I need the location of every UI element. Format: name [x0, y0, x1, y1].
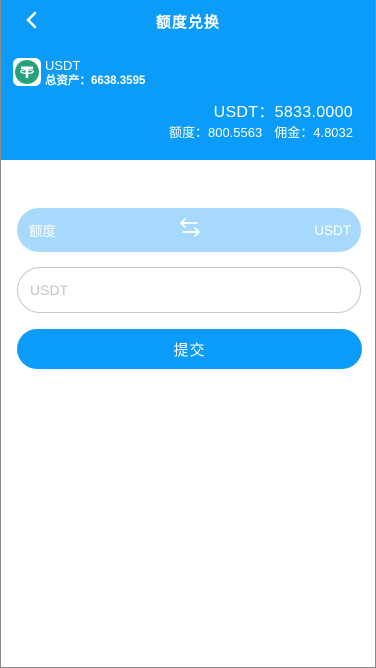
coin-info: USDT 总资产：6638.3595	[13, 58, 145, 89]
total-assets-value: 6638.3595	[91, 75, 146, 87]
app-frame: 额度兑换 USDT 总资产：6638.3595 USDT：5833.0000 额…	[0, 0, 376, 668]
quota-label: 额度：	[168, 125, 208, 140]
commission-label: 佣金：	[274, 125, 314, 140]
amount-field-wrapper	[17, 267, 361, 313]
total-assets-label: 总资产：	[45, 75, 91, 87]
balance-label: USDT：	[213, 104, 275, 121]
header: 额度兑换 USDT 总资产：6638.3595 USDT：5833.0000 额…	[1, 0, 375, 160]
commission-value: 4.8032	[313, 125, 353, 140]
balance-value: 5833.0000	[274, 104, 353, 121]
exchange-to: USDT	[314, 222, 351, 238]
quota-commission: 额度：800.5563 佣金：4.8032	[169, 122, 353, 141]
exchange-direction-bar: 额度 USDT	[17, 208, 361, 252]
swap-button[interactable]	[177, 217, 203, 239]
swap-arrows-icon	[180, 218, 200, 237]
total-assets: 总资产：6638.3595	[45, 73, 145, 89]
amount-input[interactable]	[18, 268, 360, 312]
tether-icon	[13, 58, 41, 86]
quota-value: 800.5563	[207, 125, 263, 140]
usdt-balance: USDT：5833.0000	[214, 98, 353, 122]
page-title: 额度兑换	[155, 14, 220, 31]
exchange-from: 额度	[29, 224, 56, 239]
submit-button[interactable]: 提交	[17, 329, 362, 369]
nav-bar: 额度兑换	[1, 0, 375, 40]
coin-name: USDT	[45, 58, 81, 73]
